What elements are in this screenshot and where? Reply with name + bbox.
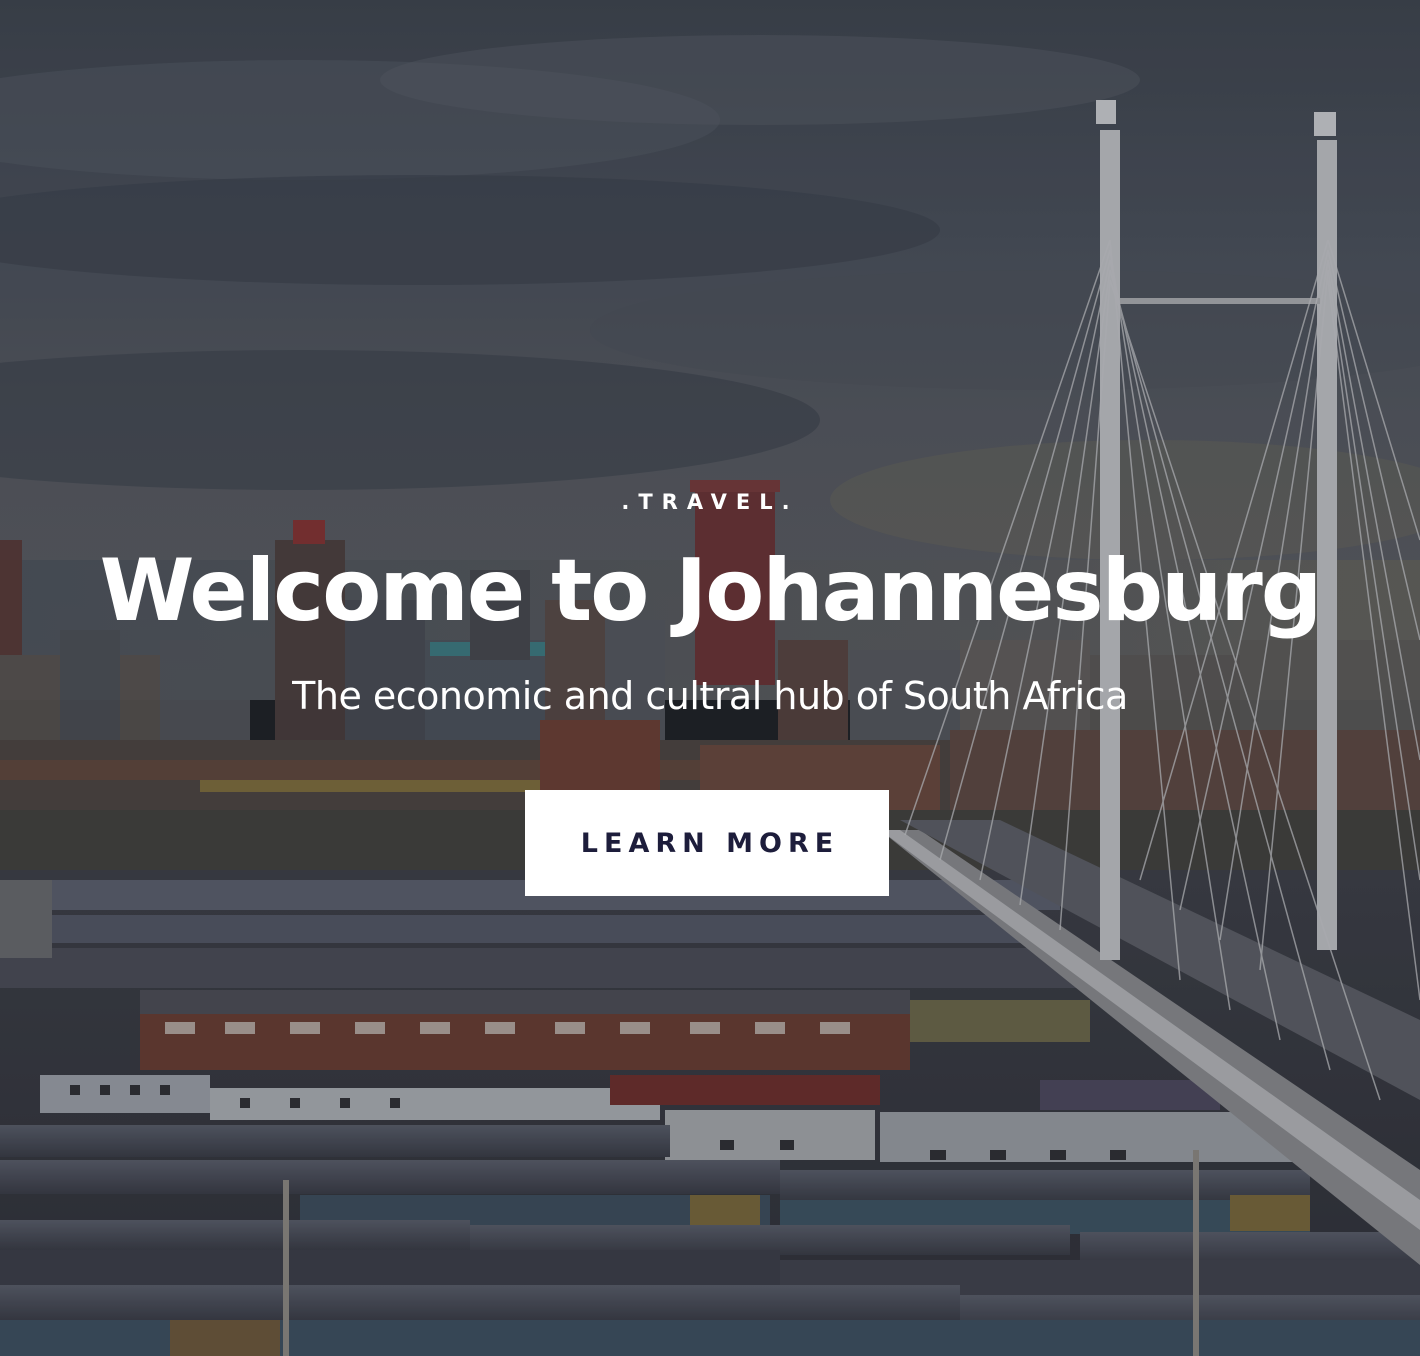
hero-kicker: .TRAVEL. [621, 490, 799, 514]
hero-content: .TRAVEL. Welcome to Johannesburg The eco… [0, 0, 1420, 1356]
hero-section: .TRAVEL. Welcome to Johannesburg The eco… [0, 0, 1420, 1356]
hero-subtitle: The economic and cultral hub of South Af… [292, 674, 1128, 718]
hero-title: Welcome to Johannesburg [99, 541, 1323, 641]
learn-more-button[interactable]: LEARN MORE [525, 790, 889, 896]
